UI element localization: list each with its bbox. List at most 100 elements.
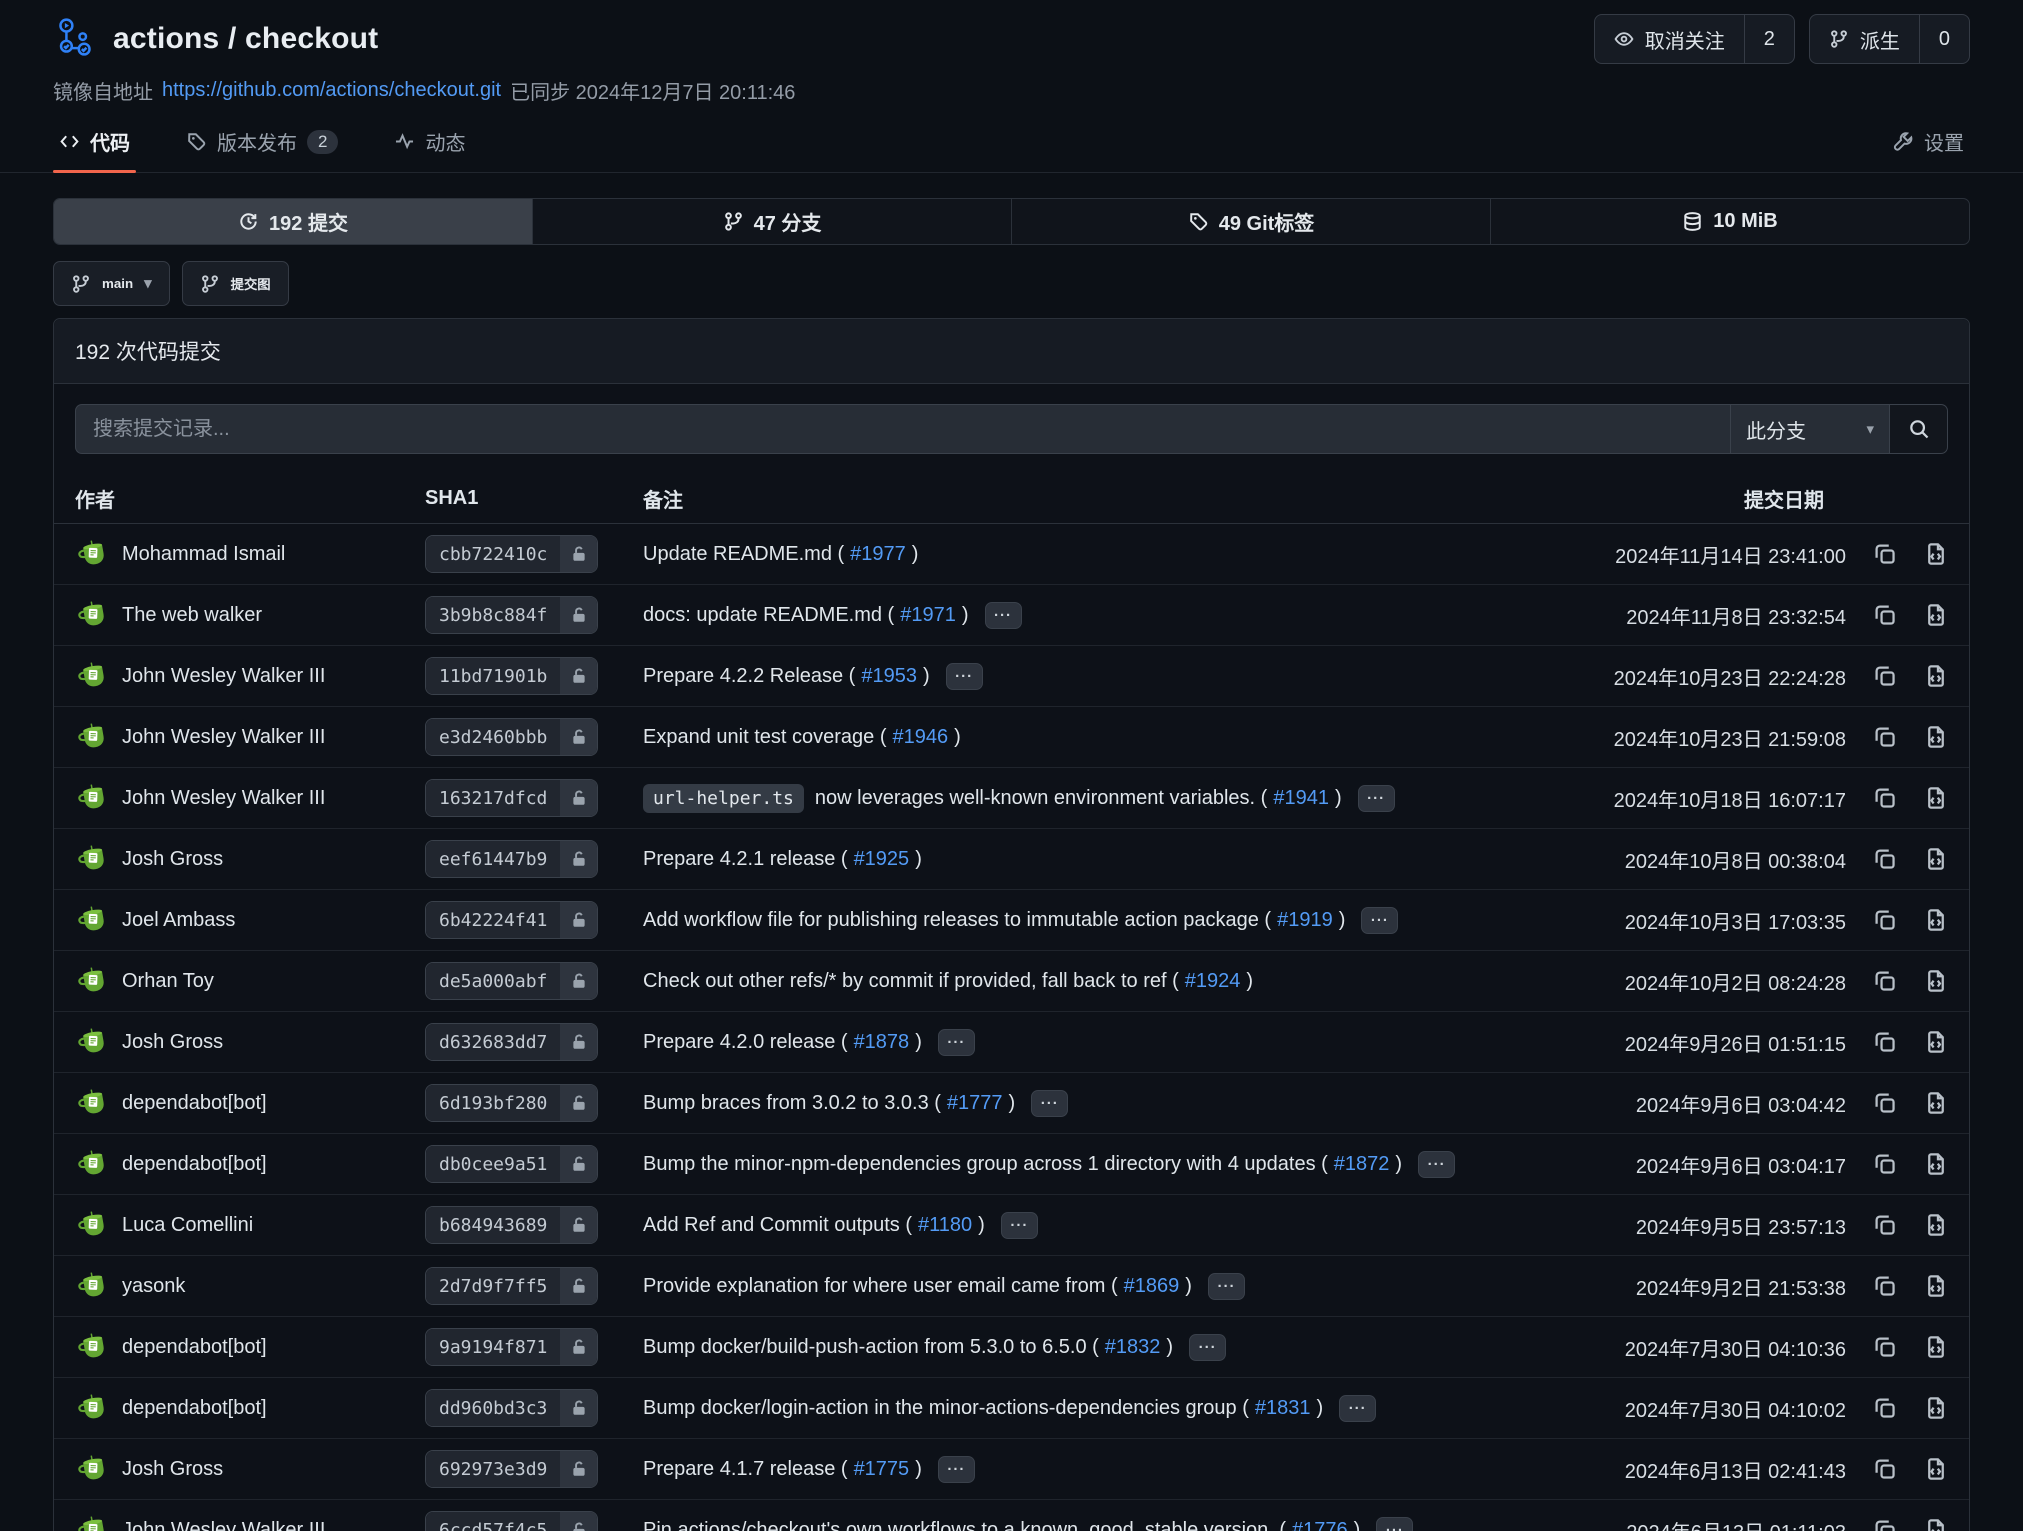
commit-sha-badge[interactable]: dd960bd3c3 bbox=[425, 1389, 598, 1427]
commit-sha-badge[interactable]: 163217dfcd bbox=[425, 779, 598, 817]
commit-issue-link[interactable]: #1941 bbox=[1273, 787, 1329, 810]
commit-expand-button[interactable]: ··· bbox=[1208, 1273, 1245, 1300]
commit-sha[interactable]: de5a000abf bbox=[426, 963, 560, 999]
commit-issue-link[interactable]: #1953 bbox=[861, 665, 917, 688]
commit-issue-link[interactable]: #1831 bbox=[1255, 1397, 1311, 1420]
commit-message-text[interactable]: Bump docker/build-push-action from 5.3.0… bbox=[643, 1336, 1099, 1359]
commit-expand-button[interactable]: ··· bbox=[1418, 1151, 1455, 1178]
commit-expand-button[interactable]: ··· bbox=[1358, 785, 1395, 812]
commit-author-name[interactable]: John Wesley Walker III bbox=[122, 1519, 325, 1531]
commit-message-text[interactable]: Add workflow file for publishing release… bbox=[643, 909, 1271, 932]
copy-sha-button[interactable] bbox=[1873, 1152, 1897, 1176]
commit-message-text[interactable]: Expand unit test coverage ( bbox=[643, 726, 886, 749]
commit-author-name[interactable]: John Wesley Walker III bbox=[122, 726, 325, 749]
copy-sha-button[interactable] bbox=[1873, 1335, 1897, 1359]
copy-sha-button[interactable] bbox=[1873, 1457, 1897, 1481]
commit-issue-link[interactable]: #1777 bbox=[947, 1092, 1003, 1115]
commit-sha-badge[interactable]: 9a9194f871 bbox=[425, 1328, 598, 1366]
commit-expand-button[interactable]: ··· bbox=[1031, 1090, 1068, 1117]
browse-files-at-commit-button[interactable] bbox=[1924, 1030, 1948, 1054]
search-input[interactable] bbox=[75, 404, 1730, 454]
commit-issue-link[interactable]: #1946 bbox=[892, 726, 948, 749]
commit-sha[interactable]: 6ccd57f4c5 bbox=[426, 1512, 560, 1531]
commit-sha-badge[interactable]: 6ccd57f4c5 bbox=[425, 1511, 598, 1531]
copy-sha-button[interactable] bbox=[1873, 1213, 1897, 1237]
commit-author-name[interactable]: Orhan Toy bbox=[122, 970, 214, 993]
browse-files-at-commit-button[interactable] bbox=[1924, 1091, 1948, 1115]
commit-author-name[interactable]: dependabot[bot] bbox=[122, 1397, 267, 1420]
commit-sha-badge[interactable]: cbb722410c bbox=[425, 535, 598, 573]
commit-sha-badge[interactable]: 6b42224f41 bbox=[425, 901, 598, 939]
branch-filter-select[interactable]: 此分支 ▾ bbox=[1730, 404, 1890, 454]
browse-files-at-commit-button[interactable] bbox=[1924, 1213, 1948, 1237]
stats-branches[interactable]: 47 分支 bbox=[532, 199, 1011, 244]
commit-author-name[interactable]: Mohammad Ismail bbox=[122, 543, 285, 566]
commit-issue-link[interactable]: #1832 bbox=[1105, 1336, 1161, 1359]
commit-message-text[interactable]: Check out other refs/* by commit if prov… bbox=[643, 970, 1179, 993]
commit-sha[interactable]: db0cee9a51 bbox=[426, 1146, 560, 1182]
commit-sha-badge[interactable]: 692973e3d9 bbox=[425, 1450, 598, 1488]
commit-sha-badge[interactable]: 3b9b8c884f bbox=[425, 596, 598, 634]
watchers-count[interactable]: 2 bbox=[1744, 15, 1794, 63]
commit-sha[interactable]: 9a9194f871 bbox=[426, 1329, 560, 1365]
commit-sha-badge[interactable]: 2d7d9f7ff5 bbox=[425, 1267, 598, 1305]
commit-issue-link[interactable]: #1872 bbox=[1334, 1153, 1390, 1176]
copy-sha-button[interactable] bbox=[1873, 603, 1897, 627]
commit-sha[interactable]: cbb722410c bbox=[426, 536, 560, 572]
browse-files-at-commit-button[interactable] bbox=[1924, 847, 1948, 871]
search-button[interactable] bbox=[1890, 404, 1948, 454]
copy-sha-button[interactable] bbox=[1873, 1030, 1897, 1054]
commit-expand-button[interactable]: ··· bbox=[1361, 907, 1398, 934]
commit-sha[interactable]: b684943689 bbox=[426, 1207, 560, 1243]
commit-issue-link[interactable]: #1775 bbox=[854, 1458, 910, 1481]
browse-files-at-commit-button[interactable] bbox=[1924, 908, 1948, 932]
commit-expand-button[interactable]: ··· bbox=[946, 663, 983, 690]
branch-selector[interactable]: main ▾ bbox=[53, 261, 170, 306]
commit-sha[interactable]: d632683dd7 bbox=[426, 1024, 560, 1060]
commit-message-text[interactable]: Add Ref and Commit outputs ( bbox=[643, 1214, 912, 1237]
commit-sha-badge[interactable]: d632683dd7 bbox=[425, 1023, 598, 1061]
mirror-url-link[interactable]: https://github.com/actions/checkout.git bbox=[162, 79, 501, 102]
commit-sha[interactable]: 6d193bf280 bbox=[426, 1085, 560, 1121]
commit-author-name[interactable]: dependabot[bot] bbox=[122, 1336, 267, 1359]
commit-author-name[interactable]: Josh Gross bbox=[122, 1458, 223, 1481]
commit-author-name[interactable]: Josh Gross bbox=[122, 1031, 223, 1054]
commit-sha[interactable]: 692973e3d9 bbox=[426, 1451, 560, 1487]
commit-sha[interactable]: 3b9b8c884f bbox=[426, 597, 560, 633]
commit-message-text[interactable]: now leverages well-known environment var… bbox=[815, 787, 1267, 810]
tab-releases[interactable]: 版本发布 2 bbox=[180, 127, 344, 172]
commit-author-name[interactable]: dependabot[bot] bbox=[122, 1092, 267, 1115]
browse-files-at-commit-button[interactable] bbox=[1924, 1518, 1948, 1531]
commit-expand-button[interactable]: ··· bbox=[938, 1029, 975, 1056]
commit-author-name[interactable]: The web walker bbox=[122, 604, 262, 627]
commit-issue-link[interactable]: #1869 bbox=[1124, 1275, 1180, 1298]
commit-message-text[interactable]: Update README.md ( bbox=[643, 543, 844, 566]
commit-issue-link[interactable]: #1925 bbox=[854, 848, 910, 871]
commit-sha[interactable]: 2d7d9f7ff5 bbox=[426, 1268, 560, 1304]
commit-author-name[interactable]: Luca Comellini bbox=[122, 1214, 253, 1237]
commit-author-name[interactable]: Joel Ambass bbox=[122, 909, 235, 932]
commit-message-text[interactable]: Prepare 4.1.7 release ( bbox=[643, 1458, 848, 1481]
stats-size[interactable]: 10 MiB bbox=[1490, 199, 1969, 244]
commit-issue-link[interactable]: #1971 bbox=[900, 604, 956, 627]
copy-sha-button[interactable] bbox=[1873, 1274, 1897, 1298]
commit-message-text[interactable]: docs: update README.md ( bbox=[643, 604, 894, 627]
commit-issue-link[interactable]: #1924 bbox=[1185, 970, 1241, 993]
commit-message-text[interactable]: Prepare 4.2.0 release ( bbox=[643, 1031, 848, 1054]
commit-sha[interactable]: 6b42224f41 bbox=[426, 902, 560, 938]
stats-tags[interactable]: 49 Git标签 bbox=[1011, 199, 1490, 244]
browse-files-at-commit-button[interactable] bbox=[1924, 1335, 1948, 1359]
commit-issue-link[interactable]: #1977 bbox=[850, 543, 906, 566]
commit-sha[interactable]: dd960bd3c3 bbox=[426, 1390, 560, 1426]
copy-sha-button[interactable] bbox=[1873, 908, 1897, 932]
commit-author-name[interactable]: yasonk bbox=[122, 1275, 185, 1298]
browse-files-at-commit-button[interactable] bbox=[1924, 542, 1948, 566]
unwatch-button[interactable]: 取消关注 2 bbox=[1594, 14, 1795, 64]
commit-expand-button[interactable]: ··· bbox=[985, 602, 1022, 629]
commit-author-name[interactable]: John Wesley Walker III bbox=[122, 665, 325, 688]
commit-sha[interactable]: 163217dfcd bbox=[426, 780, 560, 816]
stats-commits[interactable]: 192 提交 bbox=[54, 199, 532, 244]
commit-author-name[interactable]: Josh Gross bbox=[122, 848, 223, 871]
copy-sha-button[interactable] bbox=[1873, 664, 1897, 688]
browse-files-at-commit-button[interactable] bbox=[1924, 1396, 1948, 1420]
